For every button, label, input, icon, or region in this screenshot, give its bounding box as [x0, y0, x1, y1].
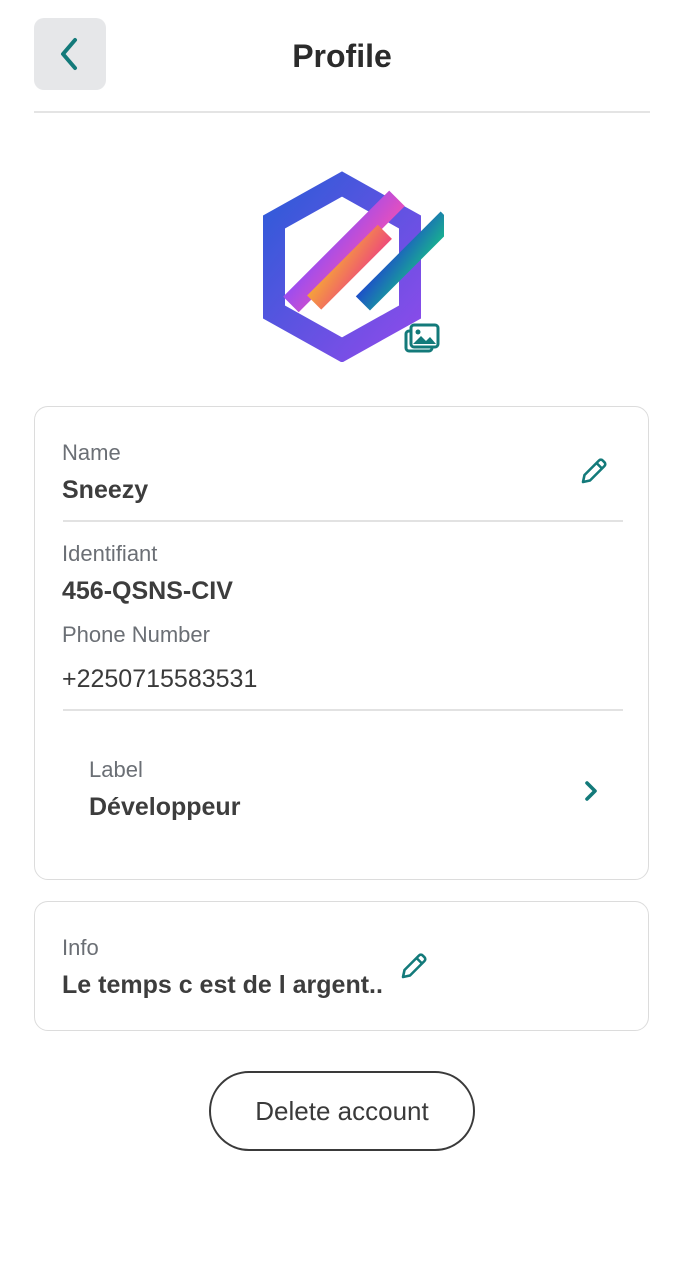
- info-label: Info: [62, 935, 99, 960]
- delete-account-button[interactable]: Delete account: [209, 1071, 475, 1151]
- pencil-icon[interactable]: [398, 950, 430, 982]
- divider: [63, 520, 623, 522]
- phone-label: Phone Number: [62, 622, 210, 647]
- identifiant-value: 456-QSNS-CIV: [62, 577, 233, 605]
- name-label: Name: [62, 440, 121, 465]
- page-title: Profile: [292, 38, 392, 74]
- name-value: Sneezy: [62, 476, 149, 504]
- image-edit-icon[interactable]: [404, 322, 440, 356]
- label-row[interactable]: Label Développeur: [35, 737, 647, 857]
- profile-screen: Profile Name Sneezy Identifiant 456-QSNS…: [0, 0, 684, 1280]
- chevron-right-icon[interactable]: [581, 779, 601, 803]
- divider: [63, 709, 623, 711]
- role-value: Développeur: [89, 793, 241, 821]
- profile-details-card: Name Sneezy Identifiant 456-QSNS-CIV Pho…: [34, 406, 649, 880]
- pencil-icon[interactable]: [578, 455, 610, 487]
- identifiant-label: Identifiant: [62, 541, 158, 566]
- info-card: Info Le temps c est de l argent..: [34, 901, 649, 1031]
- header-divider: [34, 111, 650, 113]
- info-value: Le temps c est de l argent..: [62, 971, 383, 999]
- phone-value: +2250715583531: [62, 665, 258, 693]
- role-label: Label: [89, 757, 143, 782]
